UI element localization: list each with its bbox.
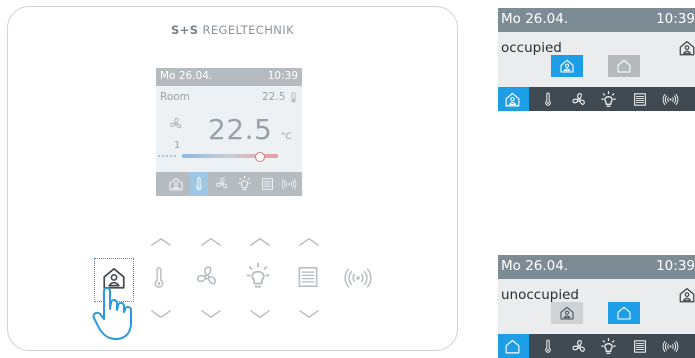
fan-icon[interactable] xyxy=(570,91,588,109)
unoccupied-option[interactable] xyxy=(608,302,640,324)
brand-logo: S+S REGELTECHNIK xyxy=(170,23,295,37)
thermometer-icon xyxy=(192,176,206,192)
fan-icon xyxy=(214,176,230,192)
temperature-value: 22.5 xyxy=(208,113,273,146)
setpoint-value: 22.5 xyxy=(262,91,286,103)
chevron-down-icon[interactable] xyxy=(249,309,271,320)
display-date: Mo 26.04. xyxy=(160,70,213,82)
room-label: Room xyxy=(160,91,190,103)
screen-unoccupied: Mo 26.04. 10:39 unoccupied xyxy=(498,255,695,358)
house-icon xyxy=(616,305,632,321)
fan-icon xyxy=(168,116,184,132)
presence-icon xyxy=(168,176,184,192)
house-icon[interactable] xyxy=(504,338,521,355)
screen-date: Mo 26.04. xyxy=(501,258,569,274)
screen-header: Mo 26.04. 10:39 xyxy=(498,255,695,279)
presence-icon xyxy=(678,286,695,304)
fan-icon[interactable] xyxy=(570,338,588,356)
wireless-icon xyxy=(281,177,297,191)
occupied-option[interactable] xyxy=(551,302,583,324)
blind-icon[interactable] xyxy=(295,263,321,291)
blind-icon xyxy=(260,176,275,192)
temperature-unit: °C xyxy=(281,132,292,142)
fan-icon[interactable] xyxy=(193,263,221,291)
house-icon xyxy=(616,58,632,74)
occupied-option[interactable] xyxy=(551,55,583,77)
thermometer-icon[interactable] xyxy=(541,338,555,355)
chevron-down-icon[interactable] xyxy=(200,309,222,320)
mode-label: unoccupied xyxy=(501,287,579,303)
display-time: 10:39 xyxy=(267,70,298,82)
setpoint-thermo-icon xyxy=(291,92,296,103)
presence-icon xyxy=(559,305,575,321)
thermometer-icon[interactable] xyxy=(541,91,555,108)
mode-label: occupied xyxy=(501,40,562,56)
device-display: Mo 26.04. 10:39 Room 22.5 1 22.5 °C xyxy=(156,68,302,196)
chevron-down-icon[interactable] xyxy=(298,309,320,320)
screen-time: 10:39 xyxy=(656,258,695,274)
light-icon xyxy=(236,175,253,192)
fan-level-dots xyxy=(158,155,176,159)
screen-header: Mo 26.04. 10:39 xyxy=(498,8,695,32)
chevron-up-icon[interactable] xyxy=(249,236,271,247)
blind-icon[interactable] xyxy=(632,338,648,355)
wireless-icon[interactable] xyxy=(343,265,373,291)
presence-icon xyxy=(678,39,695,57)
wireless-icon[interactable] xyxy=(661,339,680,354)
chevron-up-icon[interactable] xyxy=(200,236,222,247)
wireless-icon[interactable] xyxy=(661,92,680,107)
temperature-slider-thumb xyxy=(255,152,265,162)
chevron-up-icon[interactable] xyxy=(298,236,320,247)
screen-time: 10:39 xyxy=(656,11,695,27)
unoccupied-option[interactable] xyxy=(608,55,640,77)
light-icon[interactable] xyxy=(599,337,618,356)
screen-date: Mo 26.04. xyxy=(501,11,569,27)
blind-icon[interactable] xyxy=(632,91,648,108)
presence-icon xyxy=(559,58,575,74)
thermometer-icon[interactable] xyxy=(148,263,170,293)
fan-level: 1 xyxy=(174,140,181,151)
light-icon[interactable] xyxy=(243,261,273,291)
light-icon[interactable] xyxy=(599,90,618,109)
display-header: Mo 26.04. 10:39 xyxy=(156,68,302,86)
chevron-down-icon[interactable] xyxy=(150,309,172,320)
presence-icon[interactable] xyxy=(504,91,521,108)
chevron-up-icon[interactable] xyxy=(150,236,172,247)
room-controller-device: S+S REGELTECHNIK Mo 26.04. 10:39 Room 22… xyxy=(7,6,458,351)
pointing-hand-icon xyxy=(92,285,132,341)
screen-occupied: Mo 26.04. 10:39 occupied xyxy=(498,8,695,111)
